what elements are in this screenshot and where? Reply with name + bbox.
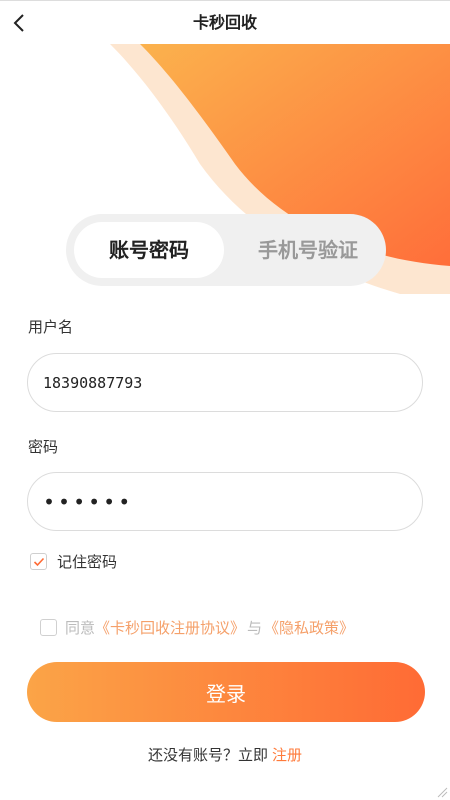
register-prompt: 还没有账号？立即 (147, 746, 268, 764)
register-row: 还没有账号？立即 注册 (0, 744, 450, 765)
tab-account-password[interactable]: 账号密码 (74, 222, 224, 278)
tab-phone-verify[interactable]: 手机号验证 (234, 222, 382, 278)
login-mode-tabs: 账号密码 手机号验证 (66, 214, 386, 286)
privacy-link[interactable]: 《隐私政策》 (264, 617, 354, 638)
terms-link[interactable]: 《卡秒回收注册协议》 (95, 617, 245, 638)
username-input[interactable] (43, 373, 407, 392)
username-label: 用户名 (28, 318, 74, 336)
agreement-row: 同意 《卡秒回收注册协议》 与 《隐私政策》 (40, 617, 354, 638)
remember-checkbox[interactable] (30, 553, 47, 570)
check-icon (33, 557, 44, 566)
nav-bar: 卡秒回收 (0, 0, 450, 44)
password-field-wrapper (27, 472, 423, 531)
agreement-checkbox[interactable] (40, 619, 57, 636)
agreement-joiner: 与 (247, 619, 263, 637)
password-label: 密码 (28, 438, 59, 456)
login-button[interactable]: 登录 (27, 662, 425, 722)
remember-label: 记住密码 (57, 553, 118, 571)
remember-row: 记住密码 (30, 551, 117, 572)
resize-grip-icon (437, 787, 448, 798)
username-field-wrapper (27, 353, 423, 412)
register-link[interactable]: 注册 (272, 746, 302, 764)
agreement-prefix: 同意 (65, 619, 96, 637)
page-title: 卡秒回收 (192, 13, 257, 32)
password-input[interactable] (43, 489, 407, 514)
